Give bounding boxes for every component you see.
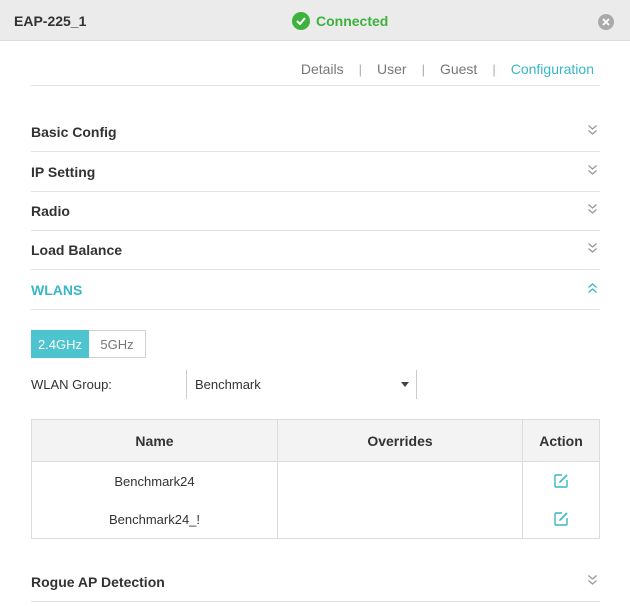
edit-icon[interactable] — [553, 473, 569, 489]
section-basic-config[interactable]: Basic Config — [31, 112, 600, 152]
action-cell — [523, 500, 599, 538]
device-title: EAP-225_1 — [14, 13, 87, 29]
action-cell — [523, 462, 599, 500]
chevron-double-down-icon — [588, 165, 597, 175]
section-label: IP Setting — [31, 164, 96, 180]
window-titlebar: EAP-225_1 Connected — [0, 0, 630, 41]
table-header: Name Overrides Action — [32, 420, 599, 462]
band-tab-2-4ghz[interactable]: 2.4GHz — [31, 330, 89, 358]
section-wlans[interactable]: WLANS — [31, 270, 600, 310]
chevron-double-down-icon — [588, 575, 597, 585]
wlan-table: Name Overrides Action Benchmark24 Benchm… — [31, 419, 600, 539]
chevron-double-down-icon — [588, 125, 597, 135]
tab-divider: | — [492, 61, 496, 77]
tab-divider: | — [358, 61, 363, 77]
section-rogue-ap-detection[interactable]: Rogue AP Detection — [31, 562, 600, 602]
wlan-name: Benchmark24_! — [108, 511, 201, 527]
section-label: Basic Config — [31, 124, 117, 140]
wlan-group-label: WLAN Group: — [31, 377, 112, 392]
tab-user[interactable]: User — [377, 61, 407, 77]
tab-divider: | — [421, 61, 425, 77]
caret-down-icon — [401, 382, 409, 387]
wlan-group-value: Benchmark — [195, 377, 261, 392]
table-row: Benchmark24_! — [32, 500, 599, 538]
check-circle-icon — [292, 11, 310, 30]
wlan-name: Benchmark24 — [114, 473, 195, 489]
tab-details[interactable]: Details — [301, 61, 344, 77]
column-header-name[interactable]: Name — [32, 420, 277, 462]
tab-configuration[interactable]: Configuration — [511, 61, 594, 77]
detail-tabs: Details | User | Guest | Configuration — [301, 61, 594, 77]
section-label: WLANS — [31, 282, 83, 298]
section-radio[interactable]: Radio — [31, 191, 600, 231]
status-label: Connected — [316, 12, 389, 29]
close-icon[interactable] — [598, 14, 614, 30]
wlan-overrides — [278, 500, 522, 538]
section-label: Load Balance — [31, 242, 123, 258]
edit-icon[interactable] — [553, 511, 569, 527]
chevron-double-down-icon — [588, 204, 597, 214]
divider — [31, 85, 600, 86]
section-label: Radio — [31, 203, 70, 219]
wlan-group-select[interactable]: Benchmark — [186, 370, 417, 399]
band-toggle: 2.4GHz 5GHz — [31, 330, 146, 358]
chevron-double-down-icon — [588, 243, 597, 253]
table-row: Benchmark24 — [32, 462, 599, 500]
column-header-action: Action — [539, 433, 583, 449]
connection-status: Connected — [292, 11, 388, 30]
section-load-balance[interactable]: Load Balance — [31, 230, 600, 270]
column-header-overrides[interactable]: Overrides — [278, 420, 522, 462]
section-ip-setting[interactable]: IP Setting — [31, 152, 600, 192]
wlan-overrides — [278, 462, 522, 500]
chevron-double-up-icon — [588, 283, 597, 293]
tab-guest[interactable]: Guest — [440, 61, 477, 77]
band-tab-5ghz[interactable]: 5GHz — [89, 330, 146, 358]
section-label: Rogue AP Detection — [31, 574, 165, 590]
